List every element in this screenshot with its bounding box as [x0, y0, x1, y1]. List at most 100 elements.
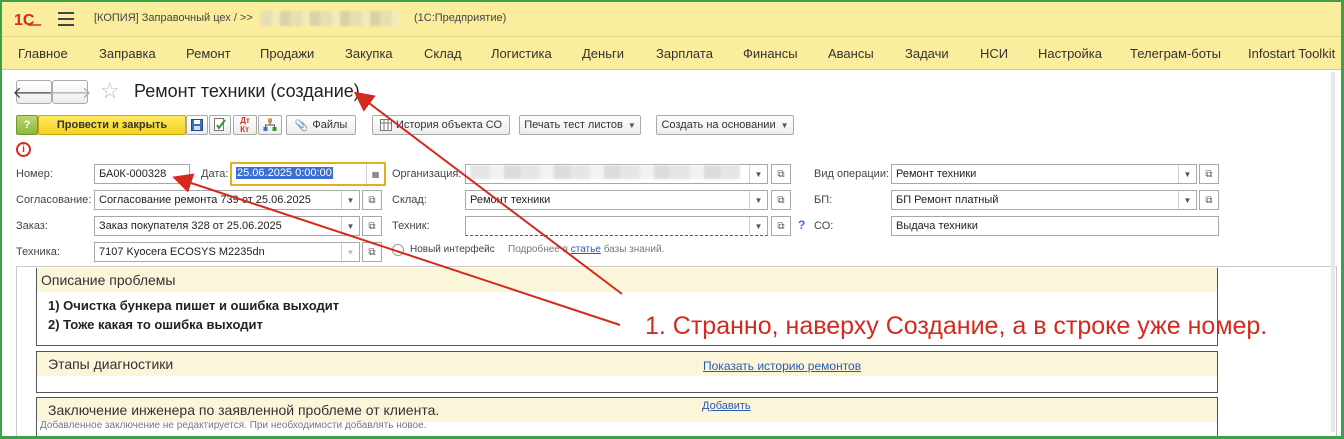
menu-item-logistics[interactable]: Логистика	[491, 46, 552, 61]
forward-button[interactable]: 🡒	[49, 80, 91, 104]
new-interface-label: Новый интерфейс	[410, 244, 495, 255]
open-window-icon: ⧉	[368, 246, 376, 258]
diagnostics-section: Этапы диагностики	[36, 351, 1218, 393]
files-button[interactable]: 📎 Файлы	[286, 115, 356, 135]
favorite-star-icon[interactable]: ☆	[100, 79, 120, 103]
blurred-title-region	[260, 11, 400, 26]
co-label: СО:	[814, 220, 834, 232]
menu-item-salary[interactable]: Зарплата	[656, 46, 713, 61]
window-title: [КОПИЯ] Заправочный цех / >>	[94, 12, 253, 24]
problem-line-2: 2) Тоже какая то ошибка выходит	[48, 317, 263, 332]
chevron-down-icon[interactable]: ▼	[341, 191, 359, 209]
main-menu-icon[interactable]	[58, 12, 74, 26]
post-document-icon	[214, 118, 226, 131]
post-and-close-button[interactable]: Провести и закрыть	[38, 115, 186, 135]
open-order-button[interactable]: ⧉	[362, 216, 382, 236]
menu-item-finance[interactable]: Финансы	[743, 46, 798, 61]
print-test-sheets-button[interactable]: Печать тест листов ▼	[519, 115, 641, 135]
problem-line-1: 1) Очистка бункера пишет и ошибка выходи…	[48, 298, 340, 313]
technician-field[interactable]: ▼	[465, 216, 768, 236]
open-operation-type-button[interactable]: ⧉	[1199, 164, 1219, 184]
open-bp-button[interactable]: ⧉	[1199, 190, 1219, 210]
app-window: 1C [КОПИЯ] Заправочный цех / >> (1С:Пред…	[0, 0, 1344, 439]
chevron-down-icon: ▼	[780, 120, 789, 130]
calendar-icon[interactable]: ▦	[366, 164, 384, 184]
operation-type-value: Ремонт техники	[896, 168, 977, 180]
bp-label: БП:	[814, 194, 833, 206]
help-question-icon[interactable]: ?	[798, 218, 805, 232]
open-technician-button[interactable]: ⧉	[771, 216, 791, 236]
conclusion-note: Добавленное заключение не редактируется.…	[40, 420, 427, 431]
menu-item-money[interactable]: Деньги	[582, 46, 624, 61]
hint-prefix: Подробнее в	[508, 244, 568, 255]
back-button[interactable]: 🡐	[13, 80, 55, 104]
movements-button[interactable]: Дт Кт	[233, 115, 257, 135]
chevron-down-icon[interactable]: ▼	[341, 243, 359, 261]
hierarchy-icon	[263, 118, 277, 131]
technician-label: Техник:	[392, 220, 430, 232]
scrollbar[interactable]	[1329, 72, 1337, 432]
menu-item-telegram-bots[interactable]: Телеграм-боты	[1130, 46, 1221, 61]
save-button[interactable]	[186, 115, 208, 135]
section-menu: Главное Заправка Ремонт Продажи Закупка …	[2, 36, 1341, 70]
help-button[interactable]: ?	[16, 115, 38, 135]
create-based-label: Создать на основании	[661, 119, 776, 131]
engineer-conclusion-title: Заключение инженера по заявленной пробле…	[37, 398, 1217, 422]
knowledge-base-hint: Подробнее в статье базы знаний.	[508, 244, 664, 255]
engineer-conclusion-section: Заключение инженера по заявленной пробле…	[36, 397, 1218, 436]
object-history-button[interactable]: История объекта СО	[372, 115, 510, 135]
number-label: Номер:	[16, 168, 53, 180]
chevron-down-icon[interactable]: ▼	[341, 217, 359, 235]
structure-button[interactable]	[258, 115, 282, 135]
menu-item-main[interactable]: Главное	[18, 46, 68, 61]
chevron-down-icon[interactable]: ▼	[749, 191, 767, 209]
operation-type-field[interactable]: Ремонт техники ▼	[891, 164, 1197, 184]
menu-item-infostart-toolkit[interactable]: Infostart Toolkit	[1248, 46, 1335, 61]
chevron-down-icon[interactable]: ▼	[1178, 191, 1196, 209]
bp-field[interactable]: БП Ремонт платный ▼	[891, 190, 1197, 210]
chevron-down-icon[interactable]: ▼	[749, 165, 767, 183]
menu-item-repair[interactable]: Ремонт	[186, 46, 231, 61]
menu-item-advances[interactable]: Авансы	[828, 46, 874, 61]
organization-label: Организация:	[392, 168, 462, 180]
order-value: Заказ покупателя 328 от 25.06.2025	[99, 220, 282, 232]
open-approval-button[interactable]: ⧉	[362, 190, 382, 210]
menu-item-refill[interactable]: Заправка	[99, 46, 156, 61]
info-warning-icon[interactable]: i	[16, 142, 31, 157]
article-link[interactable]: статье	[571, 244, 601, 255]
menu-item-settings[interactable]: Настройка	[1038, 46, 1102, 61]
1c-logo-icon[interactable]: 1C	[14, 10, 42, 28]
open-warehouse-button[interactable]: ⧉	[771, 190, 791, 210]
new-interface-radio[interactable]	[392, 244, 404, 256]
menu-item-purchase[interactable]: Закупка	[345, 46, 393, 61]
warehouse-value: Ремонт техники	[470, 194, 551, 206]
show-repair-history-link[interactable]: Показать историю ремонтов	[703, 359, 861, 373]
open-equipment-button[interactable]: ⧉	[362, 242, 382, 262]
operation-type-label: Вид операции:	[814, 168, 890, 180]
create-based-on-button[interactable]: Создать на основании ▼	[656, 115, 794, 135]
open-window-icon: ⧉	[368, 194, 376, 206]
approval-field[interactable]: Согласование ремонта 739 от 25.06.2025 ▼	[94, 190, 360, 210]
blurred-organization-value	[470, 165, 740, 179]
equipment-field[interactable]: 7107 Kyocera ECOSYS M2235dn ▼	[94, 242, 360, 262]
menu-item-tasks[interactable]: Задачи	[905, 46, 949, 61]
paperclip-icon: 📎	[294, 119, 309, 132]
add-conclusion-link[interactable]: Добавить	[702, 400, 751, 412]
date-field[interactable]: 25.06.2025 0:00:00 ▦	[230, 162, 386, 186]
number-field[interactable]: БА0К-000328	[94, 164, 190, 184]
hint-suffix: базы знаний.	[603, 244, 665, 255]
menu-item-warehouse[interactable]: Склад	[424, 46, 462, 61]
save-icon	[191, 119, 203, 131]
form-title: Ремонт техники (создание)	[134, 81, 360, 101]
print-label: Печать тест листов	[524, 119, 623, 131]
order-field[interactable]: Заказ покупателя 328 от 25.06.2025 ▼	[94, 216, 360, 236]
chevron-down-icon[interactable]: ▼	[1178, 165, 1196, 183]
co-field[interactable]: Выдача техники	[891, 216, 1219, 236]
menu-item-sales[interactable]: Продажи	[260, 46, 314, 61]
history-label: История объекта СО	[395, 119, 503, 131]
warehouse-field[interactable]: Ремонт техники ▼	[465, 190, 768, 210]
post-button[interactable]	[209, 115, 231, 135]
open-organization-button[interactable]: ⧉	[771, 164, 791, 184]
chevron-down-icon[interactable]: ▼	[749, 217, 767, 235]
menu-item-nsi[interactable]: НСИ	[980, 46, 1008, 61]
